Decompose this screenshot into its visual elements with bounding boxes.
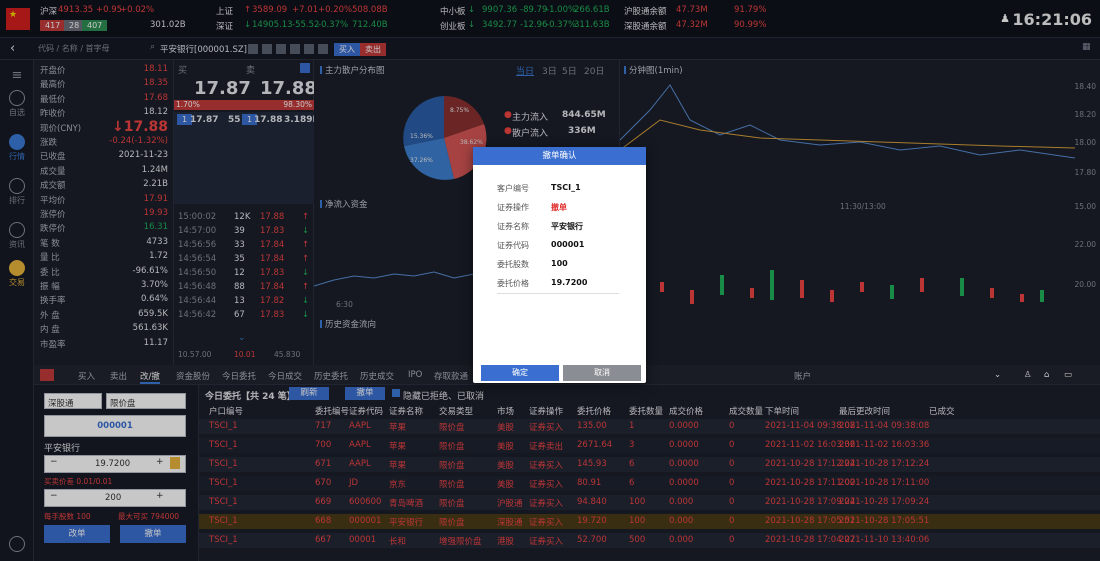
cancel-confirm-dialog: 撤单确认 客户编号 TSCI_1 证券操作 撤单证券名称 平安银行证券代码 000001 委… <box>473 147 646 383</box>
dialog-field-label: 客户编号 <box>497 184 529 193</box>
cancel-button[interactable]: 取消 <box>563 365 641 381</box>
dialog-field-value: 000001 <box>551 240 585 249</box>
dialog-field-value: 撤单 <box>551 203 567 212</box>
confirm-button[interactable]: 确定 <box>481 365 559 381</box>
dialog-field-value: TSCI_1 <box>551 183 581 192</box>
dialog-field-label: 证券代码 <box>497 241 529 250</box>
dialog-field-label: 证券操作 <box>497 203 529 212</box>
dialog-field-value: 平安银行 <box>551 222 583 231</box>
dialog-field-label: 委托股数 <box>497 260 529 269</box>
dialog-field-label: 证券名称 <box>497 222 529 231</box>
dialog-title: 撤单确认 <box>473 147 646 165</box>
dialog-field-value: 100 <box>551 259 568 268</box>
dialog-field-value: 19.7200 <box>551 278 588 287</box>
dialog-field-label: 委托价格 <box>497 279 529 288</box>
